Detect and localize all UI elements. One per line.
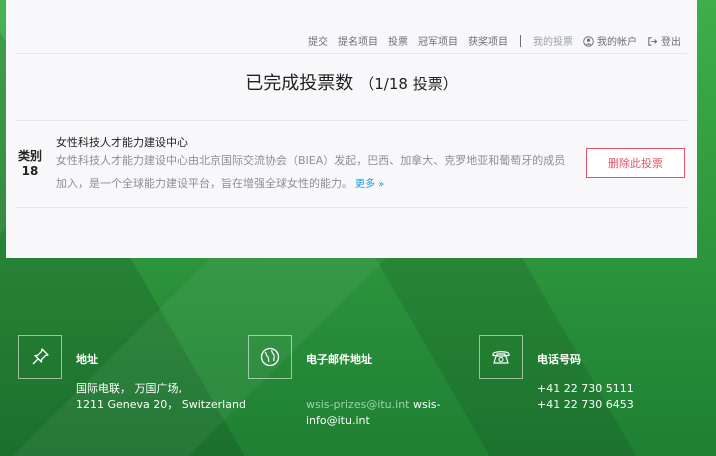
page-title: 已完成投票数 （1/18 投票）	[6, 69, 697, 95]
category-number: 18	[21, 164, 39, 178]
category-label: 类别	[17, 149, 42, 163]
nav-my-votes[interactable]: 我的投票	[533, 33, 573, 48]
nav-champions[interactable]: 冠军项目	[418, 33, 458, 48]
email-prizes-link[interactable]: wsis-prizes@itu.int	[306, 398, 410, 411]
more-link[interactable]: 更多 »	[355, 179, 384, 190]
nav-winners[interactable]: 获奖项目	[468, 33, 508, 48]
header-divider	[16, 53, 687, 54]
page-title-text: 已完成投票数	[245, 73, 354, 94]
my-account-label: 我的帐户	[597, 37, 637, 48]
nav-separator	[520, 34, 521, 47]
nav-my-account[interactable]: 我的帐户	[583, 33, 637, 48]
project-description-text: 女性科技人才能力建设中心由北京国际交流协会（BIEA）发起，巴西、加拿大、克罗地…	[56, 154, 566, 190]
project-title: 女性科技人才能力建设中心	[56, 136, 188, 149]
address-line2: 1211 Geneva 20， Switzerland	[76, 398, 246, 411]
category-badge: 类别 18	[16, 149, 44, 179]
phone-icon-box	[479, 335, 523, 379]
globe-icon	[260, 347, 280, 367]
nav-nominated[interactable]: 提名项目	[338, 33, 378, 48]
phone-heading: 电话号码	[537, 353, 581, 366]
email-info-link-part1[interactable]: wsis-	[413, 398, 440, 411]
phone-line1: +41 22 730 5111	[537, 382, 634, 395]
email-info-link-part2[interactable]: info@itu.int	[306, 413, 370, 429]
email-line: wsis-prizes@itu.int wsis-	[306, 397, 440, 413]
vote-row: 类别 18 女性科技人才能力建设中心 女性科技人才能力建设中心由北京国际交流协会…	[16, 124, 687, 208]
logout-icon	[648, 37, 658, 46]
email-heading: 电子邮件地址	[306, 353, 372, 366]
address-heading: 地址	[76, 353, 98, 366]
phone-icon	[492, 351, 510, 364]
main-card: 提交 提名项目 投票 冠军项目 获奖项目 我的投票 我的帐户 登出 已完成投票数…	[6, 0, 697, 258]
user-icon	[583, 36, 594, 47]
nav-vote[interactable]: 投票	[388, 33, 408, 48]
logout-label: 登出	[661, 37, 681, 48]
address-icon-box	[18, 335, 62, 379]
top-navigation: 提交 提名项目 投票 冠军项目 获奖项目 我的投票 我的帐户 登出	[308, 33, 681, 48]
pin-icon	[32, 348, 49, 365]
nav-submit[interactable]: 提交	[308, 33, 328, 48]
nav-logout[interactable]: 登出	[647, 33, 681, 48]
delete-vote-button[interactable]: 删除此投票	[586, 148, 685, 178]
vote-count: （1/18 投票）	[359, 75, 458, 93]
project-description: 女性科技人才能力建设中心由北京国际交流协会（BIEA）发起，巴西、加拿大、克罗地…	[56, 149, 576, 196]
email-icon-box	[248, 335, 292, 379]
address-line1: 国际电联， 万国广场,	[76, 382, 182, 395]
row-top-divider	[16, 120, 687, 121]
row-bottom-divider	[16, 207, 687, 208]
phone-line2: +41 22 730 6453	[537, 398, 634, 411]
